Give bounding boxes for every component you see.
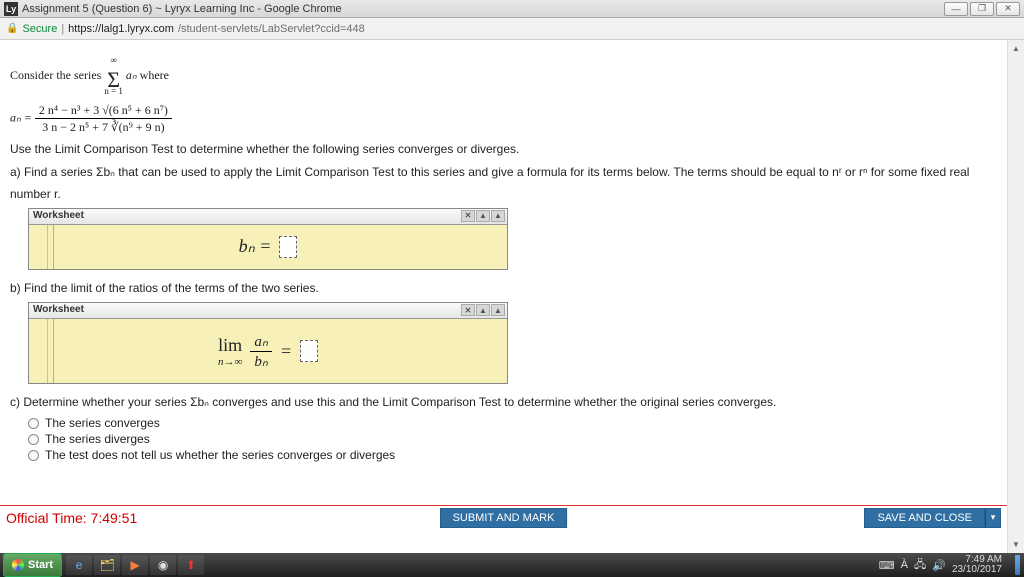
taskbar-app-media-icon[interactable]: ▶	[122, 555, 148, 575]
taskbar-app-ie-icon[interactable]: e	[66, 555, 92, 575]
official-time: Official Time: 7:49:51	[6, 510, 137, 526]
tab-title: Assignment 5 (Question 6) ~ Lyryx Learni…	[22, 3, 342, 15]
clock-date: 23/10/2017	[952, 565, 1002, 576]
intro-line: Consider the series ∞ Σ n = 1 aₙ where	[10, 56, 997, 96]
part-b-text: b) Find the limit of the ratios of the t…	[10, 280, 997, 296]
browser-tab-strip: Ly Assignment 5 (Question 6) ~ Lyryx Lea…	[0, 0, 1024, 18]
intro-prefix: Consider the series	[10, 68, 104, 82]
scroll-down-icon[interactable]: ▼	[1008, 536, 1024, 553]
limit-subscript: n→∞	[218, 356, 242, 368]
start-label: Start	[28, 559, 53, 571]
submit-and-mark-button[interactable]: SUBMIT AND MARK	[440, 508, 568, 528]
url-path: /student-servlets/LabServlet?ccid=448	[178, 23, 365, 35]
worksheet-b-input[interactable]	[300, 340, 318, 362]
part-a-text: a) Find a series Σbₙ that can be used to…	[10, 164, 997, 180]
worksheet-a: Worksheet ✕ ▲ ▲ bₙ =	[28, 208, 508, 270]
intro-suffix: where	[140, 68, 169, 82]
window-maximize-button[interactable]: ❐	[970, 2, 994, 16]
limit-frac-num: aₙ	[250, 332, 271, 352]
sigma-term: aₙ	[126, 68, 137, 82]
tray-keyboard-icon[interactable]: ⌨	[879, 559, 895, 572]
limit-frac-den: bₙ	[250, 352, 271, 371]
instruction-line: Use the Limit Comparison Test to determi…	[10, 141, 997, 157]
worksheet-tool-1-icon[interactable]: ✕	[461, 304, 475, 316]
worksheet-b: Worksheet ✕ ▲ ▲ lim n→∞	[28, 302, 508, 384]
tray-network-icon[interactable]: 🖧	[914, 556, 926, 575]
favicon: Ly	[4, 2, 18, 16]
save-and-close-button[interactable]: SAVE AND CLOSE	[864, 508, 985, 528]
window-minimize-button[interactable]: —	[944, 2, 968, 16]
option-label-2: The test does not tell us whether the se…	[45, 448, 395, 462]
start-button[interactable]: Start	[3, 553, 62, 577]
an-definition: aₙ = 2 n⁴ − n³ + 3 √(6 n⁵ + 6 n⁷) 3 n − …	[10, 102, 997, 135]
radio-1[interactable]	[28, 434, 39, 445]
option-row-2[interactable]: The test does not tell us whether the se…	[28, 448, 997, 462]
worksheet-tool-2-icon[interactable]: ▲	[476, 304, 490, 316]
show-desktop-button[interactable]	[1015, 555, 1020, 575]
windows-orb-icon	[12, 559, 24, 571]
taskbar-app-chrome-icon[interactable]: ◉	[150, 555, 176, 575]
taskbar-app-explorer-icon[interactable]: 🗂	[94, 555, 120, 575]
limit-equals: =	[280, 341, 292, 362]
radio-2[interactable]	[28, 450, 39, 461]
secure-label: Secure	[22, 23, 57, 35]
worksheet-tool-3-icon[interactable]: ▲	[491, 304, 505, 316]
an-lhs: aₙ =	[10, 110, 32, 124]
save-and-close-group: SAVE AND CLOSE ▾	[864, 508, 1001, 528]
limit-label: lim	[218, 335, 242, 356]
page-footer: Official Time: 7:49:51 SUBMIT AND MARK S…	[0, 505, 1007, 529]
part-c-text: c) Determine whether your series Σbₙ con…	[10, 394, 997, 410]
browser-address-bar[interactable]: 🔒 Secure | https://lalg1.lyryx.com/stude…	[0, 18, 1024, 40]
option-label-1: The series diverges	[45, 432, 150, 446]
worksheet-a-header: Worksheet ✕ ▲ ▲	[29, 209, 507, 225]
save-dropdown-caret[interactable]: ▾	[985, 508, 1001, 528]
window-close-button[interactable]: ✕	[996, 2, 1020, 16]
taskbar-clock[interactable]: 7:49 AM 23/10/2017	[952, 555, 1006, 576]
option-label-0: The series converges	[45, 416, 160, 430]
option-row-1[interactable]: The series diverges	[28, 432, 997, 446]
vertical-scrollbar[interactable]: ▲ ▼	[1007, 40, 1024, 553]
windows-taskbar: Start e 🗂 ▶ ◉ ⬆ ⌨ À 🖧 🔊 7:49 AM 23/10/20…	[0, 553, 1024, 577]
page-content: Consider the series ∞ Σ n = 1 aₙ where a…	[0, 40, 1007, 553]
worksheet-b-label: Worksheet	[33, 304, 84, 315]
url-host: https://lalg1.lyryx.com	[68, 23, 174, 35]
tray-volume-icon[interactable]: 🔊	[932, 559, 946, 572]
lock-icon: 🔒	[6, 23, 18, 34]
an-denominator: 3 n − 2 n⁵ + 7 ∛(n⁹ + 9 n)	[35, 119, 172, 135]
scroll-up-icon[interactable]: ▲	[1008, 40, 1024, 57]
worksheet-tool-2-icon[interactable]: ▲	[476, 210, 490, 222]
option-row-0[interactable]: The series converges	[28, 416, 997, 430]
sigma-symbol: Σ	[107, 67, 120, 92]
worksheet-a-input[interactable]	[279, 236, 297, 258]
worksheet-tool-1-icon[interactable]: ✕	[461, 210, 475, 222]
tray-lang-icon[interactable]: À	[901, 559, 908, 571]
radio-0[interactable]	[28, 418, 39, 429]
worksheet-a-body: bₙ =	[29, 225, 507, 269]
part-a-text-2: number r.	[10, 186, 997, 202]
worksheet-b-body: lim n→∞ aₙ bₙ =	[29, 319, 507, 383]
an-numerator: 2 n⁴ − n³ + 3 √(6 n⁵ + 6 n⁷)	[35, 102, 172, 119]
worksheet-a-expression: bₙ =	[239, 236, 272, 257]
taskbar-app-other-icon[interactable]: ⬆	[178, 555, 204, 575]
page-viewport: Consider the series ∞ Σ n = 1 aₙ where a…	[0, 40, 1024, 553]
worksheet-b-header: Worksheet ✕ ▲ ▲	[29, 303, 507, 319]
worksheet-tool-3-icon[interactable]: ▲	[491, 210, 505, 222]
system-tray: ⌨ À 🖧 🔊 7:49 AM 23/10/2017	[875, 555, 1024, 576]
sigma-upper: ∞	[104, 56, 123, 65]
worksheet-a-label: Worksheet	[33, 210, 84, 221]
